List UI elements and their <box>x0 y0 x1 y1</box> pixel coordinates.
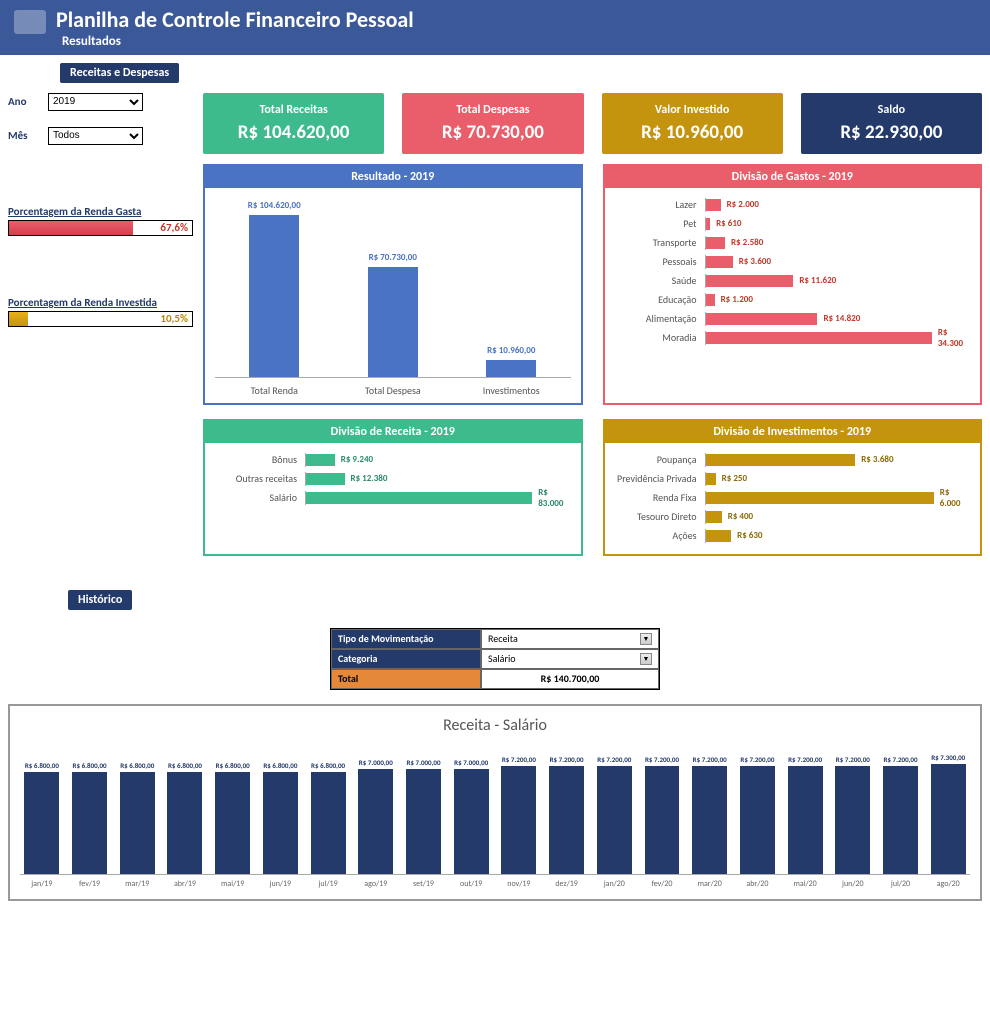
hist-total-value: R$ 140.700,00 <box>481 669 659 689</box>
bar-row: TransporteR$ 2.580 <box>615 236 971 250</box>
bar-row: Previdência PrivadaR$ 250 <box>615 472 971 486</box>
bar-row: AçõesR$ 630 <box>615 529 971 543</box>
card-total-despesas: Total DespesasR$ 70.730,00 <box>402 93 583 154</box>
bar-item: R$ 7.200,00 <box>640 755 684 874</box>
bar-item: R$ 6.800,00 <box>68 761 112 874</box>
pct-renda-gasta: Porcentagem da Renda Gasta 67,6% <box>8 205 193 236</box>
bar-row: Renda FixaR$ 6.000 <box>615 491 971 505</box>
bar-item: R$ 70.730,00 <box>334 252 451 376</box>
chevron-down-icon: ▼ <box>640 653 652 665</box>
page-title: Planilha de Controle Financeiro Pessoal <box>56 6 414 33</box>
bar-item: R$ 7.200,00 <box>688 755 732 874</box>
pct-renda-investida: Porcentagem da Renda Investida 10,5% <box>8 296 193 327</box>
bar-item: R$ 6.800,00 <box>211 761 255 874</box>
chart-investimentos: Divisão de Investimentos - 2019 Poupança… <box>603 419 983 556</box>
bar-item: R$ 6.800,00 <box>115 761 159 874</box>
card-saldo: SaldoR$ 22.930,00 <box>801 93 982 154</box>
header: Planilha de Controle Financeiro Pessoal … <box>0 0 990 55</box>
bar-item: R$ 7.200,00 <box>736 755 780 874</box>
bar-item: R$ 7.200,00 <box>783 755 827 874</box>
filter-mes-select[interactable]: Todos <box>48 127 143 145</box>
bar-item: R$ 7.200,00 <box>592 755 636 874</box>
bar-row: AlimentaçãoR$ 14.820 <box>615 312 971 326</box>
bar-item: R$ 7.200,00 <box>545 755 589 874</box>
page-subtitle: Resultados <box>62 34 976 49</box>
pct-gasta-bar <box>9 221 133 235</box>
hist-tipo-select[interactable]: Receita▼ <box>481 629 659 649</box>
bar-item: R$ 10.960,00 <box>453 345 570 377</box>
bar-item: R$ 6.800,00 <box>20 761 64 874</box>
pct-gasta-value: 67,6% <box>160 221 188 234</box>
pct-gasta-label: Porcentagem da Renda Gasta <box>8 205 193 218</box>
sidebar: Ano 2019 Mês Todos Porcentagem da Renda … <box>8 93 193 570</box>
bar-item: R$ 7.200,00 <box>831 755 875 874</box>
hist-tipo-label: Tipo de Movimentação <box>331 629 481 649</box>
chart-historico: Receita - Salário R$ 6.800,00R$ 6.800,00… <box>8 704 982 901</box>
bar-item: R$ 7.200,00 <box>879 755 923 874</box>
bar-item: R$ 104.620,00 <box>216 200 333 377</box>
historico-filters: Tipo de MovimentaçãoReceita▼ CategoriaSa… <box>330 628 660 690</box>
bar-item: R$ 7.000,00 <box>449 758 493 874</box>
hist-total-label: Total <box>331 669 481 689</box>
pct-investida-label: Porcentagem da Renda Investida <box>8 296 193 309</box>
bar-row: BônusR$ 9.240 <box>215 453 571 467</box>
logo-icon <box>14 10 46 34</box>
bar-row: Tesouro DiretoR$ 400 <box>615 510 971 524</box>
filter-mes-label: Mês <box>8 129 38 142</box>
bar-row: SalárioR$ 83.000 <box>215 491 571 505</box>
bar-row: Outras receitasR$ 12.380 <box>215 472 571 486</box>
section-historico: Histórico <box>68 590 132 610</box>
bar-item: R$ 7.000,00 <box>354 758 398 874</box>
bar-row: LazerR$ 2.000 <box>615 198 971 212</box>
hist-categoria-select[interactable]: Salário▼ <box>481 649 659 669</box>
bar-item: R$ 7.300,00 <box>926 753 970 874</box>
bar-item: R$ 6.800,00 <box>259 761 303 874</box>
section-receitas-despesas: Receitas e Despesas <box>60 63 179 83</box>
chart-resultado: Resultado - 2019 R$ 104.620,00R$ 70.730,… <box>203 164 583 405</box>
chart-receita: Divisão de Receita - 2019 BônusR$ 9.240O… <box>203 419 583 556</box>
chart-gastos: Divisão de Gastos - 2019 LazerR$ 2.000Pe… <box>603 164 983 405</box>
hist-categoria-label: Categoria <box>331 649 481 669</box>
pct-investida-bar <box>9 312 28 326</box>
bar-item: R$ 6.800,00 <box>163 761 207 874</box>
bar-row: PetR$ 610 <box>615 217 971 231</box>
bar-row: MoradiaR$ 34.300 <box>615 331 971 345</box>
card-total-receitas: Total ReceitasR$ 104.620,00 <box>203 93 384 154</box>
filter-ano-select[interactable]: 2019 <box>48 93 143 111</box>
card-valor-investido: Valor InvestidoR$ 10.960,00 <box>602 93 783 154</box>
bar-row: PessoaisR$ 3.600 <box>615 255 971 269</box>
bar-row: EducaçãoR$ 1.200 <box>615 293 971 307</box>
chevron-down-icon: ▼ <box>640 633 652 645</box>
bar-item: R$ 7.200,00 <box>497 755 541 874</box>
filter-ano-label: Ano <box>8 95 38 108</box>
bar-item: R$ 7.000,00 <box>402 758 446 874</box>
bar-row: PoupançaR$ 3.680 <box>615 453 971 467</box>
pct-investida-value: 10,5% <box>160 312 188 325</box>
bar-row: SaúdeR$ 11.620 <box>615 274 971 288</box>
bar-item: R$ 6.800,00 <box>306 761 350 874</box>
